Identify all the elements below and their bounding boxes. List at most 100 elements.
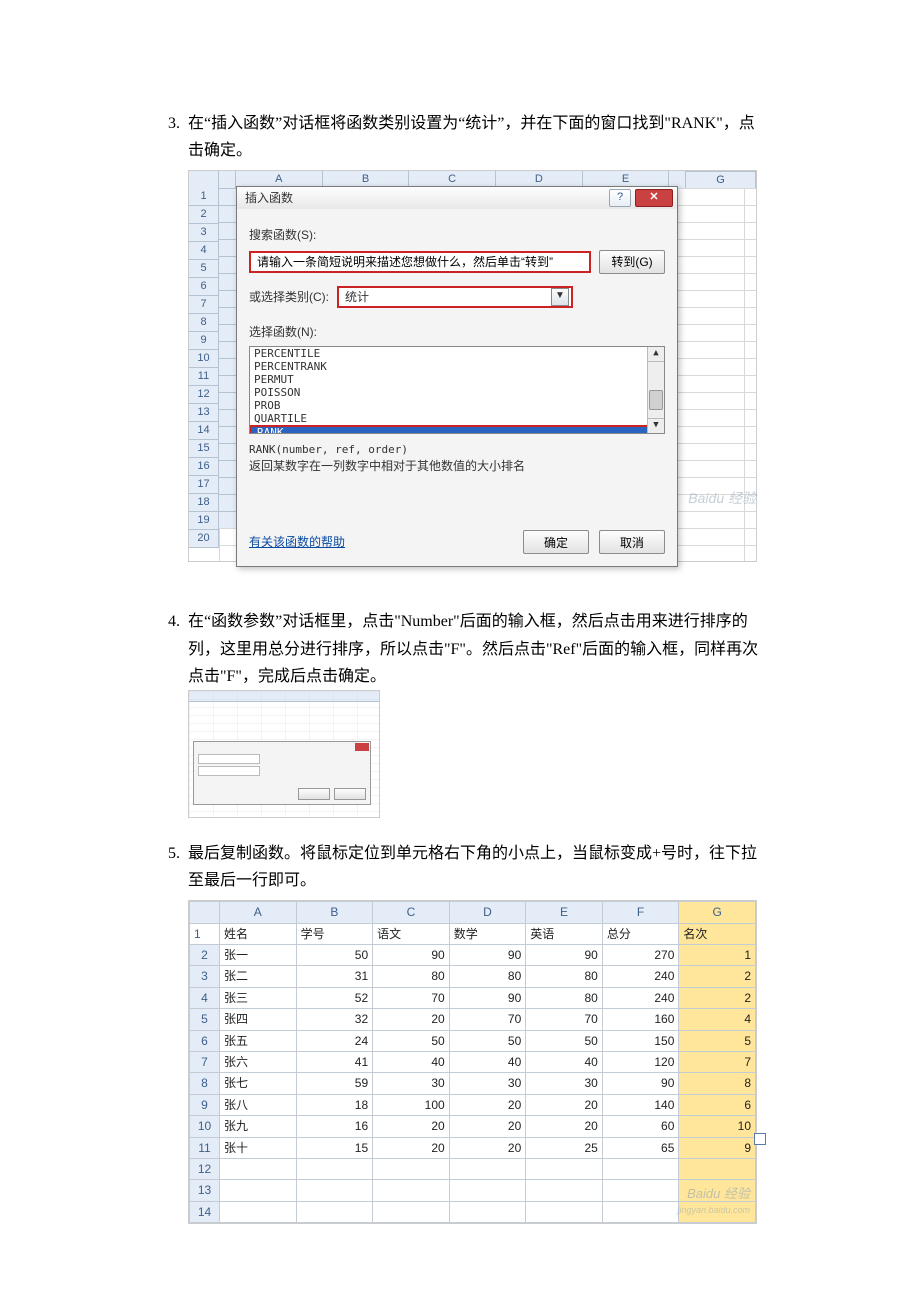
table-cell [526, 1201, 603, 1222]
figure-insert-function: A B C D E F G 名次 = [188, 170, 764, 562]
function-list-item[interactable]: QUARTILE [250, 412, 664, 425]
function-list-item[interactable]: PERMUT [250, 373, 664, 386]
table-cell: 张九 [220, 1116, 297, 1137]
table-cell: 240 [602, 966, 679, 987]
cancel-button[interactable]: 取消 [599, 530, 665, 554]
search-input[interactable] [249, 251, 591, 273]
function-list-item[interactable]: PERCENTRANK [250, 360, 664, 373]
fill-handle-icon[interactable] [754, 1133, 766, 1145]
row-number: 4 [189, 242, 219, 260]
table-cell: 16 [296, 1116, 373, 1137]
table-cell: 张八 [220, 1094, 297, 1115]
function-description: 返回某数字在一列数字中相对于其他数值的大小排名 [249, 458, 665, 474]
table-cell: 25 [526, 1137, 603, 1158]
table-row: 5张四322070701604 [190, 1009, 756, 1030]
table-cell [449, 1180, 526, 1201]
column-header-row: A B C D E F G [190, 902, 756, 923]
table-cell: 15 [296, 1137, 373, 1158]
step-text: 在“函数参数”对话框里，点击"Number"后面的输入框，然后点击用来进行排序的… [188, 608, 764, 690]
table-cell: 张五 [220, 1030, 297, 1051]
table-cell: 30 [449, 1073, 526, 1094]
function-listbox[interactable]: PERCENTILEPERCENTRANKPERMUTPOISSONPROBQU… [249, 346, 665, 434]
table-row: 2张一509090902701 [190, 945, 756, 966]
row-number: 18 [189, 494, 219, 512]
close-icon[interactable]: ✕ [635, 189, 673, 207]
function-list-item[interactable]: PROB [250, 399, 664, 412]
row-number: 5 [189, 260, 219, 278]
table-cell: 40 [373, 1052, 450, 1073]
table-cell: 90 [449, 987, 526, 1008]
go-button[interactable]: 转到(G) [599, 250, 665, 274]
table-cell [220, 1159, 297, 1180]
scroll-thumb[interactable] [649, 390, 663, 410]
table-cell: 张二 [220, 966, 297, 987]
row-number: 13 [189, 404, 219, 422]
table-cell [602, 1180, 679, 1201]
table-cell: 90 [373, 945, 450, 966]
table-cell: 20 [373, 1009, 450, 1030]
table-cell: 50 [373, 1030, 450, 1051]
table-cell [449, 1201, 526, 1222]
ok-button[interactable]: 确定 [523, 530, 589, 554]
table-cell: 120 [602, 1052, 679, 1073]
insert-function-dialog: 插入函数 ? ✕ 搜索函数(S): 转到(G) 或选择类别(C): [236, 186, 678, 567]
table-cell [373, 1159, 450, 1180]
dialog-title: 插入函数 [245, 188, 609, 208]
step-number: 5. [156, 840, 184, 1234]
number-input[interactable] [198, 754, 260, 764]
row-number: 15 [189, 440, 219, 458]
table-cell: 张一 [220, 945, 297, 966]
table-cell: 20 [449, 1094, 526, 1115]
table-cell: 8 [679, 1073, 756, 1094]
close-icon[interactable] [355, 743, 369, 751]
table-cell: 50 [526, 1030, 603, 1051]
table-row: 3张二318080802402 [190, 966, 756, 987]
help-link[interactable]: 有关该函数的帮助 [249, 532, 523, 552]
dialog-titlebar[interactable]: 插入函数 ? ✕ [237, 187, 677, 209]
step-text: 在“插入函数”对话框将函数类别设置为“统计”，并在下面的窗口找到"RANK"，点… [188, 110, 764, 164]
function-list-item[interactable]: PERCENTILE [250, 347, 664, 360]
table-cell: 160 [602, 1009, 679, 1030]
table-cell: 32 [296, 1009, 373, 1030]
ok-button[interactable] [298, 788, 330, 800]
table-cell: 6 [679, 1094, 756, 1115]
step-4: 4. 在“函数参数”对话框里，点击"Number"后面的输入框，然后点击用来进行… [156, 608, 764, 836]
table-cell [296, 1159, 373, 1180]
cancel-button[interactable] [334, 788, 366, 800]
search-label: 搜索函数(S): [249, 225, 665, 245]
table-cell [373, 1180, 450, 1201]
table-cell: 80 [373, 966, 450, 987]
table-cell: 4 [679, 1009, 756, 1030]
select-function-label: 选择函数(N): [249, 322, 665, 342]
table-cell: 100 [373, 1094, 450, 1115]
table-cell [220, 1201, 297, 1222]
category-select[interactable]: 统计 ▼ [337, 286, 573, 308]
table-cell: 2 [679, 987, 756, 1008]
row-number: 20 [189, 530, 219, 548]
scrollbar[interactable]: ▲ ▼ [647, 347, 664, 433]
scroll-up-icon[interactable]: ▲ [648, 347, 664, 362]
function-list-item[interactable]: RANK [249, 425, 665, 434]
row-number: 10 [189, 350, 219, 368]
table-header-cell: 名次 [679, 923, 756, 944]
function-args-dialog [193, 741, 371, 805]
category-label: 或选择类别(C): [249, 287, 329, 307]
row-number: 16 [189, 458, 219, 476]
table-cell [679, 1159, 756, 1180]
row-number: 6 [189, 278, 219, 296]
table-cell: 20 [373, 1116, 450, 1137]
table-cell [449, 1159, 526, 1180]
chevron-down-icon[interactable]: ▼ [551, 288, 569, 306]
help-icon[interactable]: ? [609, 189, 631, 207]
table-cell [526, 1159, 603, 1180]
function-list-item[interactable]: POISSON [250, 386, 664, 399]
table-cell [602, 1159, 679, 1180]
table-cell: 90 [602, 1073, 679, 1094]
row-number: 2 [189, 206, 219, 224]
scroll-down-icon[interactable]: ▼ [648, 418, 664, 433]
table-cell: 41 [296, 1052, 373, 1073]
ref-input[interactable] [198, 766, 260, 776]
table-cell: 20 [373, 1137, 450, 1158]
table-cell: 张六 [220, 1052, 297, 1073]
table-cell: 50 [296, 945, 373, 966]
